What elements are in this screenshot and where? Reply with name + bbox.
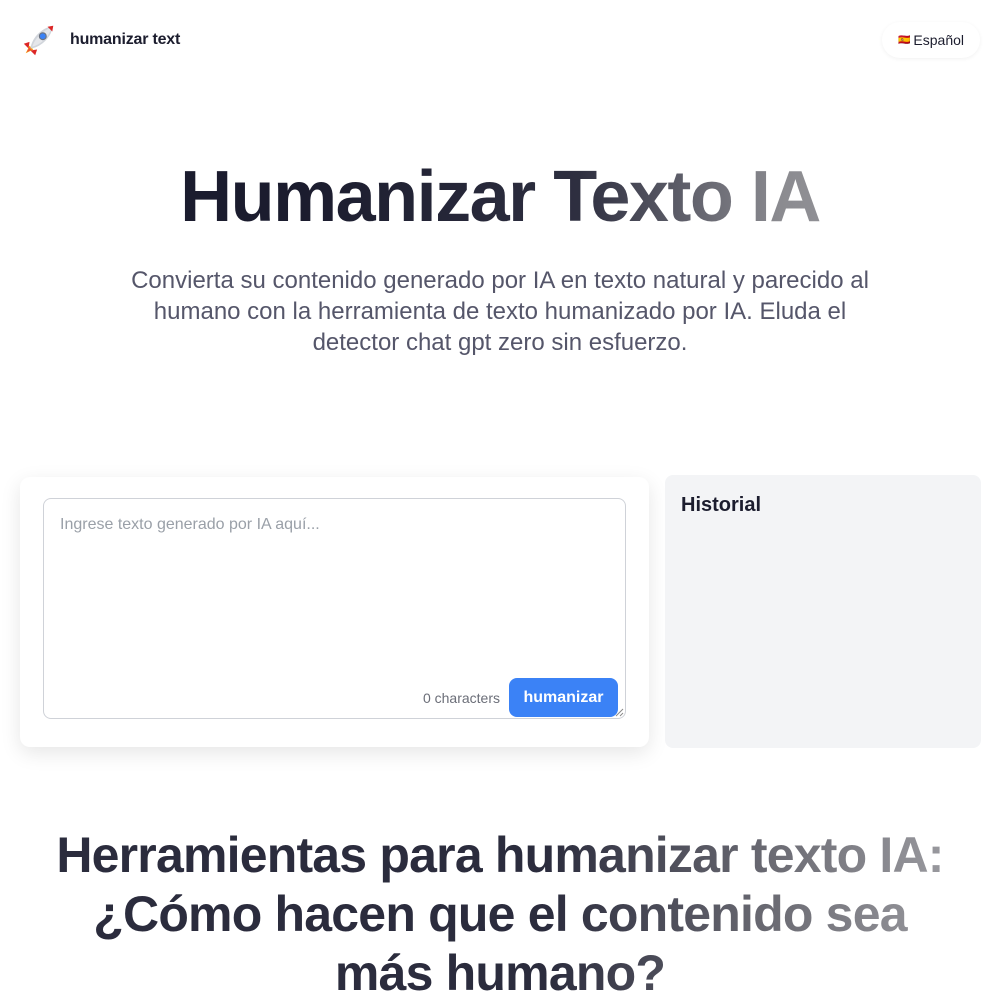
page: humanizar text 🇪🇸 Español Humanizar Text… <box>0 0 1000 1000</box>
hero-subtitle: Convierta su contenido generado por IA e… <box>131 267 869 356</box>
section-title: Herramientas para humanizar texto IA: ¿C… <box>40 826 960 1000</box>
brand-link[interactable]: humanizar text <box>20 21 180 59</box>
rocket-icon <box>23 25 54 56</box>
hero-title: Humanizar Texto IA <box>0 155 1000 239</box>
history-title: Historial <box>681 494 762 516</box>
resize-handle-icon[interactable] <box>614 707 624 717</box>
text-area-container: 0 characters humanizar <box>43 498 626 719</box>
editor-card: 0 characters humanizar <box>20 477 649 747</box>
humanize-button[interactable]: humanizar <box>509 678 618 717</box>
language-selector-button[interactable]: 🇪🇸 Español <box>881 22 980 58</box>
site-header: humanizar text 🇪🇸 Español <box>0 0 1000 80</box>
spain-flag-icon: 🇪🇸 <box>897 34 910 46</box>
language-label: Español <box>913 32 964 48</box>
history-panel: Historial <box>665 475 981 748</box>
character-count: 0 characters <box>422 690 500 706</box>
brand-name: humanizar text <box>70 31 181 48</box>
